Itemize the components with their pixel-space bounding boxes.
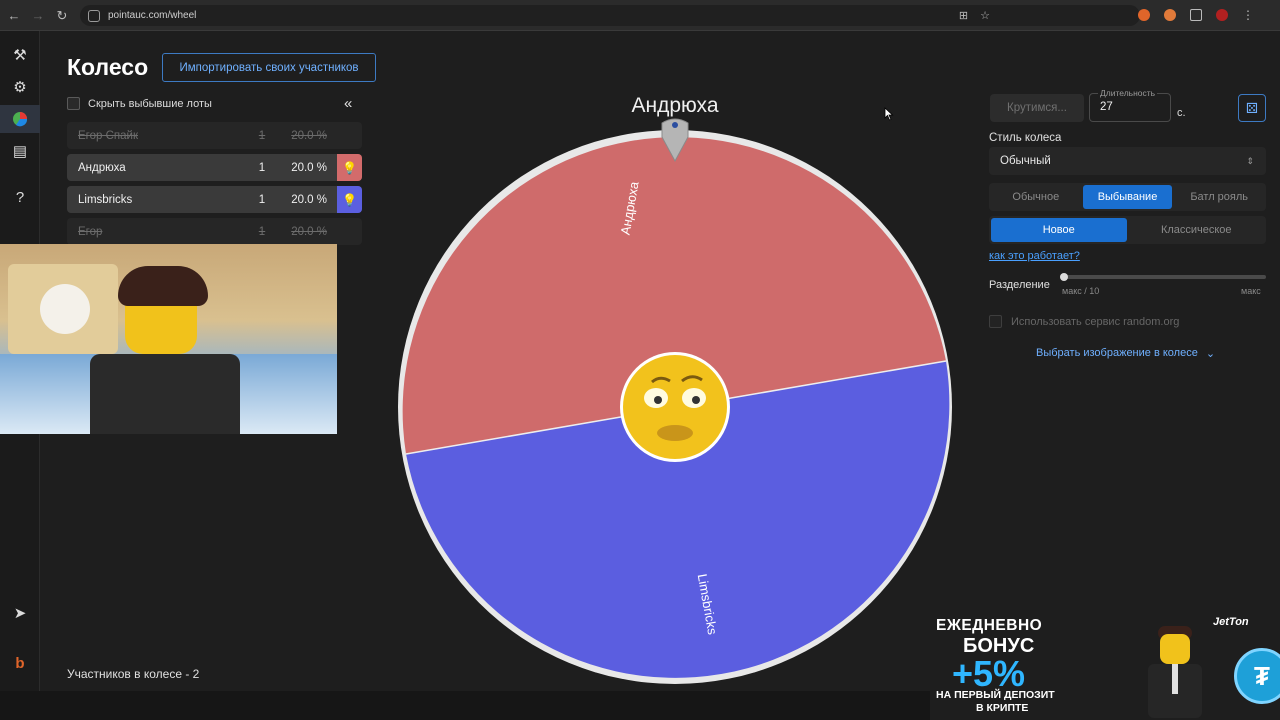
split-max-label: макс [1241, 286, 1261, 296]
split-label: Разделение [989, 279, 1050, 291]
wheel-style-value: Обычный [1000, 155, 1051, 167]
random-org-label: Использовать сервис random.org [1011, 315, 1180, 328]
lot-row[interactable]: Андрюха 1 20.0 % 💡 [67, 154, 362, 181]
tab-new[interactable]: Новое [991, 218, 1127, 242]
promo-line-4: НА ПЕРВЫЙ ДЕПОЗИТ [936, 689, 1055, 701]
tab-battle-royale[interactable]: Батл рояль [1174, 185, 1264, 209]
tab-classic[interactable]: Классическое [1129, 218, 1265, 242]
lot-amount: 1 [258, 129, 266, 142]
gavel-icon[interactable]: ⚒ [8, 43, 32, 67]
menu-dots-icon[interactable]: ⋮ [1242, 9, 1254, 21]
browser-nav: ← → ↻ [2, 0, 74, 31]
lot-percent: 20.0 % [291, 161, 327, 174]
hide-eliminated-row[interactable]: Скрыть выбывшие лоты [67, 97, 212, 110]
forward-icon[interactable]: → [26, 8, 50, 23]
promo-brand: JetTon [1213, 616, 1249, 628]
browser-chrome: ← → ↻ pointauc.com/wheel ⊞ ☆ ⋮ [0, 0, 1280, 31]
extensions-bar: ⋮ [1138, 7, 1254, 23]
wheel-style-select[interactable]: Обычный ⇕ [989, 147, 1266, 175]
bottom-strip [0, 691, 930, 720]
collapse-panel-icon[interactable]: « [344, 95, 352, 112]
lightbulb-icon[interactable]: 💡 [337, 186, 362, 213]
lot-name: Limsbricks [78, 193, 133, 206]
image-select-label: Выбрать изображение в колесе [1036, 347, 1198, 359]
gear-icon[interactable]: ⚙ [8, 75, 32, 99]
wheel-chart-icon[interactable] [0, 105, 40, 133]
lot-row[interactable]: Егор Спайк 1 20.0 % [67, 122, 362, 149]
lot-name: Егор Спайк [78, 129, 138, 142]
duration-label: Длительность [1098, 88, 1158, 98]
promo-line-1: ЕЖЕДНЕВНО [936, 617, 1043, 634]
random-org-row: Использовать сервис random.org [989, 315, 1179, 328]
reload-icon[interactable]: ↻ [50, 8, 74, 24]
split-slider-handle[interactable] [1060, 273, 1068, 281]
skull-image [40, 284, 90, 334]
hide-eliminated-checkbox[interactable] [67, 97, 80, 110]
mouse-cursor-icon [884, 107, 894, 121]
brand-b-icon[interactable]: b [8, 651, 32, 675]
lego-figure-hair [118, 266, 208, 306]
lot-row[interactable]: Егор 1 20.0 % [67, 218, 362, 245]
clipboard-icon[interactable]: ▤ [8, 139, 32, 163]
lot-amount: 1 [258, 161, 266, 174]
duration-unit: с. [1177, 107, 1186, 119]
lot-amount: 1 [258, 225, 266, 238]
lot-percent: 20.0 % [291, 225, 327, 238]
lightbulb-icon[interactable]: 💡 [337, 154, 362, 181]
hide-eliminated-label: Скрыть выбывшие лоты [88, 97, 212, 110]
lot-name: Андрюха [78, 161, 126, 174]
help-icon[interactable]: ? [8, 185, 32, 209]
select-arrows-icon: ⇕ [1246, 155, 1254, 166]
puzzle-icon[interactable] [1190, 9, 1202, 21]
telegram-icon[interactable]: ➤ [8, 601, 32, 625]
mode-tabs: Обычное Выбывание Батл рояль [989, 183, 1266, 211]
promo-line-5: В КРИПТЕ [976, 702, 1029, 714]
url-text: pointauc.com/wheel [108, 10, 197, 21]
lot-name: Егор [78, 225, 103, 238]
bookmark-star-icon[interactable]: ☆ [980, 9, 990, 22]
chevron-down-icon: ⌄ [1205, 348, 1216, 360]
profile-avatar[interactable] [1216, 9, 1228, 21]
duration-value: 27 [1100, 101, 1113, 113]
spin-button[interactable]: Крутимся... [990, 94, 1084, 122]
translate-icon[interactable]: ⊞ [959, 9, 968, 22]
variant-tabs: Новое Классическое [989, 216, 1266, 244]
promo-banner: ЕЖЕДНЕВНО БОНУС +5% НА ПЕРВЫЙ ДЕПОЗИТ В … [930, 610, 1280, 720]
lego-figure-image [1148, 626, 1202, 718]
import-participants-button[interactable]: Импортировать своих участников [162, 53, 376, 82]
lot-percent: 20.0 % [291, 193, 327, 206]
webcam-overlay [0, 244, 337, 434]
wheel-style-label: Стиль колеса [989, 132, 1062, 144]
lot-percent: 20.0 % [291, 129, 327, 142]
participants-count: Участников в колесе - 2 [67, 667, 200, 681]
wheel-center-image [620, 352, 730, 462]
extension-icon[interactable] [1164, 9, 1176, 21]
lego-figure-body [90, 354, 240, 434]
lot-amount: 1 [258, 193, 266, 206]
tether-coin-icon: ₮ [1234, 648, 1280, 704]
split-min-label: макс / 10 [1062, 286, 1100, 296]
site-info-icon[interactable] [88, 9, 100, 22]
extension-icon[interactable] [1138, 9, 1150, 21]
address-bar[interactable]: pointauc.com/wheel ⊞ ☆ [80, 5, 1140, 26]
back-icon[interactable]: ← [2, 8, 26, 23]
tab-normal[interactable]: Обычное [991, 185, 1081, 209]
random-org-checkbox[interactable] [989, 315, 1002, 328]
prize-wheel[interactable]: Андрюха Limsbricks [390, 115, 960, 690]
how-it-works-link[interactable]: как это работает? [989, 250, 1080, 262]
page-title: Колесо [67, 54, 149, 80]
dice-icon[interactable]: ⚄ [1238, 94, 1266, 122]
split-slider[interactable] [1062, 275, 1266, 279]
lot-row[interactable]: Limsbricks 1 20.0 % 💡 [67, 186, 362, 213]
tab-elimination[interactable]: Выбывание [1082, 185, 1173, 209]
image-select-toggle[interactable]: Выбрать изображение в колесе ⌄ [1036, 347, 1215, 360]
